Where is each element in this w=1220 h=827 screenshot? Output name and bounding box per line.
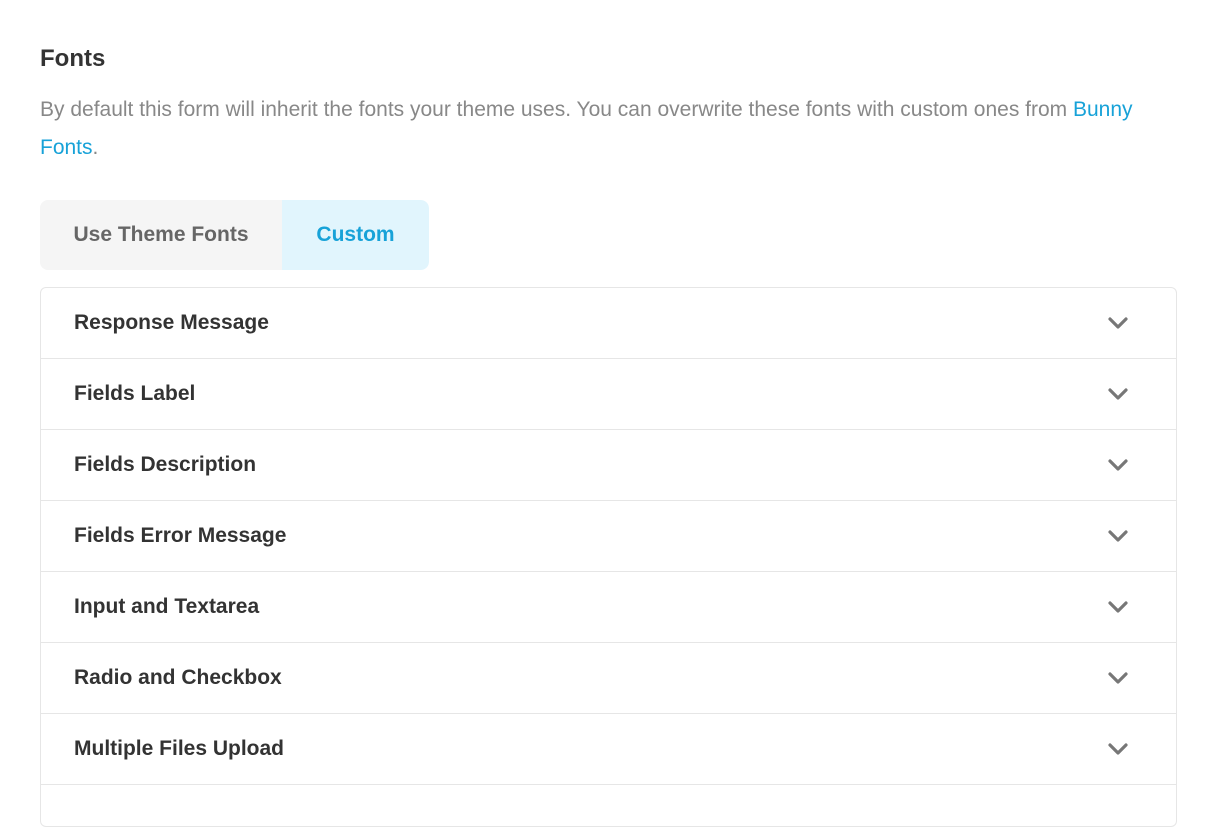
accordion-item-fields-label[interactable]: Fields Label — [41, 359, 1176, 430]
description-text: By default this form will inherit the fo… — [40, 98, 1073, 121]
accordion-item-label: Fields Error Message — [74, 524, 287, 547]
accordion-item-input-and-textarea[interactable]: Input and Textarea — [41, 572, 1176, 643]
accordion-item-label: Input and Textarea — [74, 595, 260, 618]
accordion-item-radio-and-checkbox[interactable]: Radio and Checkbox — [41, 643, 1176, 714]
accordion-item-label: Multiple Files Upload — [74, 737, 285, 760]
accordion-item-label: Fields Description — [74, 453, 257, 476]
accordion-item-multiple-files-upload[interactable]: Multiple Files Upload — [41, 714, 1176, 785]
chevron-down-icon — [1108, 458, 1128, 472]
font-mode-toggle: Use Theme Fonts Custom — [40, 200, 429, 270]
description-end: . — [92, 136, 99, 159]
accordion-item-label: Response Message — [74, 311, 269, 334]
custom-fonts-button[interactable]: Custom — [282, 200, 429, 270]
accordion-item-label: Radio and Checkbox — [74, 666, 282, 689]
accordion-item-fields-description[interactable]: Fields Description — [41, 430, 1176, 501]
accordion-item-response-message[interactable]: Response Message — [41, 288, 1176, 359]
chevron-down-icon — [1108, 600, 1128, 614]
accordion-item-label: Fields Label — [74, 382, 196, 405]
chevron-down-icon — [1108, 671, 1128, 685]
chevron-down-icon — [1108, 742, 1128, 756]
chevron-down-icon — [1108, 316, 1128, 330]
section-title: Fonts — [40, 45, 106, 72]
use-theme-fonts-button[interactable]: Use Theme Fonts — [40, 200, 282, 270]
accordion-item-fields-error-message[interactable]: Fields Error Message — [41, 501, 1176, 572]
chevron-down-icon — [1108, 529, 1128, 543]
chevron-down-icon — [1108, 387, 1128, 401]
section-description: By default this form will inherit the fo… — [40, 91, 1179, 167]
font-settings-accordion: Response Message Fields Label Fields Des… — [40, 287, 1177, 827]
